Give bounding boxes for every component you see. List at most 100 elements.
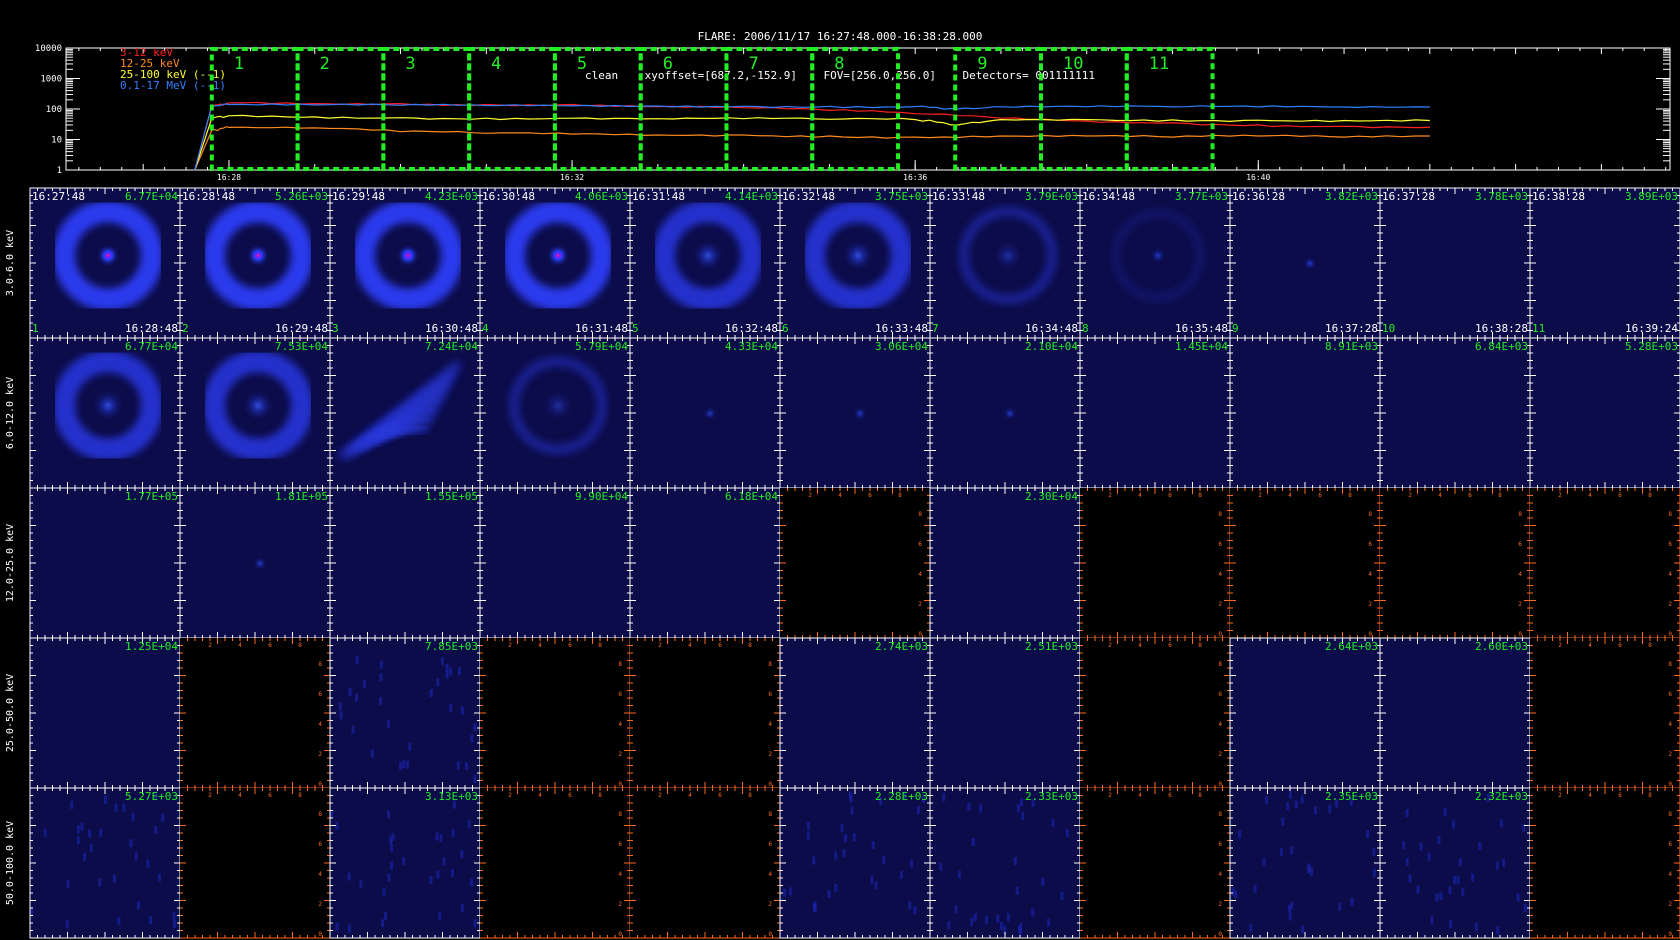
image-panel: 3.13E+03 (329, 787, 481, 939)
source-core (1003, 406, 1017, 421)
empty-axis-ytick: 6 (618, 841, 622, 848)
empty-axis-xtick: 2 (208, 792, 212, 799)
noise-speck (402, 760, 406, 769)
noise-speck (1294, 800, 1298, 809)
noise-speck (967, 802, 971, 811)
noise-speck (913, 906, 917, 915)
noise-speck (834, 851, 838, 860)
noise-speck (438, 911, 442, 920)
noise-speck (405, 760, 409, 769)
empty-axis-ytick: 2 (318, 751, 322, 758)
panel-max-value: 5.79E+04 (575, 340, 628, 353)
panel-interval-number: 7 (932, 322, 939, 335)
image-background (780, 788, 930, 938)
empty-axis-xtick: 4 (238, 642, 242, 649)
source-core (1303, 256, 1317, 271)
noise-speck (66, 880, 70, 889)
noise-speck (1478, 842, 1482, 851)
image-panel: 8.91E+03 (1229, 337, 1381, 489)
noise-speck (979, 804, 983, 813)
panel-max-value: 8.91E+03 (1325, 340, 1378, 353)
image-panel: 6.18E+04 (629, 487, 781, 639)
image-panel: 2.28E+03 (779, 787, 931, 939)
noise-speck (467, 820, 471, 829)
panel-max-value: 6.77E+04 (125, 190, 178, 203)
panel-start-time: 16:30:48 (482, 190, 535, 203)
empty-axis-xtick: 2 (1108, 492, 1112, 499)
image-background (1530, 338, 1680, 488)
noise-speck (440, 657, 444, 666)
noise-speck (1262, 858, 1266, 867)
noise-speck (1300, 795, 1304, 804)
empty-axis-xtick: 4 (838, 492, 842, 499)
noise-speck (813, 901, 817, 910)
noise-speck (1449, 920, 1453, 929)
noise-speck (1041, 877, 1045, 886)
empty-axis-ytick: 8 (1668, 661, 1672, 668)
empty-axis-ytick: 2 (1368, 601, 1372, 608)
panel-max-value: 2.35E+03 (1325, 790, 1378, 803)
image-panel: 0 2 2 4 4 6 6 8 8 (1530, 488, 1680, 639)
image-background (1380, 188, 1530, 338)
noise-speck (379, 697, 383, 706)
empty-axis-ytick: 4 (918, 571, 922, 578)
noise-speck (842, 848, 846, 857)
noise-speck (954, 905, 958, 914)
noise-speck (382, 888, 386, 897)
noise-speck (1013, 857, 1017, 866)
empty-axis-ytick: 0 (618, 781, 622, 788)
panel-max-value: 3.89E+03 (1625, 190, 1678, 203)
noise-speck (456, 761, 460, 770)
noise-speck (1310, 867, 1314, 876)
noise-speck (782, 888, 786, 897)
empty-axis-xtick: 4 (538, 792, 542, 799)
empty-axis-ytick: 0 (1668, 781, 1672, 788)
noise-speck (852, 833, 856, 842)
panel-end-time: 16:33:48 (875, 322, 928, 335)
empty-axis-ytick: 8 (1218, 661, 1222, 668)
noise-speck (1249, 923, 1253, 932)
source-streak (387, 422, 429, 439)
noise-speck (389, 836, 393, 845)
empty-axis-xtick: 6 (1618, 642, 1622, 649)
image-panel: 4.06E+03 16:30:48 16:31:48 4 (479, 187, 631, 339)
noise-speck (1065, 828, 1069, 837)
noise-speck (470, 734, 474, 743)
empty-axis-ytick: 2 (1218, 751, 1222, 758)
empty-axis-ytick: 2 (1518, 601, 1522, 608)
panel-interval-number: 8 (1082, 322, 1089, 335)
empty-panel (1080, 638, 1230, 788)
noise-speck (387, 810, 391, 819)
empty-axis-ytick: 6 (1218, 541, 1222, 548)
empty-axis-xtick: 8 (1648, 642, 1652, 649)
empty-axis-xtick: 8 (1198, 792, 1202, 799)
image-panel: 9.90E+04 (479, 487, 631, 639)
noise-speck (788, 887, 792, 896)
noise-speck (996, 914, 1000, 923)
noise-speck (338, 702, 342, 711)
noise-speck (172, 912, 176, 921)
empty-panel (1380, 488, 1530, 638)
source-core (242, 389, 274, 422)
noise-speck (1290, 846, 1294, 855)
empty-axis-ytick: 6 (318, 841, 322, 848)
image-panel: 0 2 2 4 4 6 6 8 8 (1380, 488, 1531, 639)
image-panel: 4.33E+04 (629, 337, 781, 489)
noise-speck (129, 839, 133, 848)
empty-axis-ytick: 4 (1368, 571, 1372, 578)
empty-axis-ytick: 4 (1668, 571, 1672, 578)
noise-speck (1253, 884, 1257, 893)
empty-axis-ytick: 4 (618, 721, 622, 728)
noise-speck (1016, 804, 1020, 813)
image-panel: 7.85E+03 (329, 637, 481, 789)
noise-speck (451, 829, 455, 838)
empty-axis-ytick: 4 (318, 871, 322, 878)
noise-speck (882, 855, 886, 864)
image-background (930, 638, 1080, 788)
image-panel: 0 2 2 4 4 6 6 8 8 (1080, 638, 1231, 789)
empty-axis-ytick: 4 (1218, 721, 1222, 728)
noise-speck (844, 834, 848, 843)
empty-panel (630, 638, 780, 788)
empty-axis-ytick: 4 (318, 721, 322, 728)
panel-interval-number: 4 (482, 322, 489, 335)
